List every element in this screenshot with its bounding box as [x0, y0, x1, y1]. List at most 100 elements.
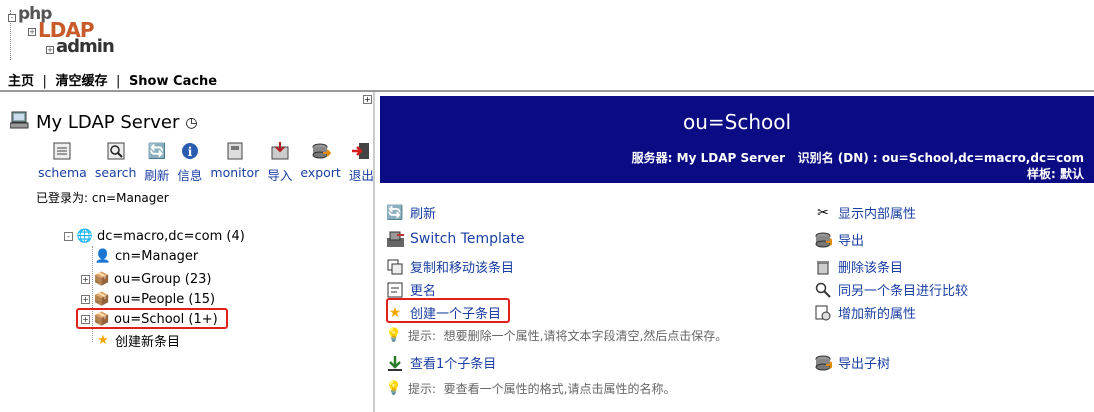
expand-icon[interactable]: + — [81, 274, 90, 284]
tree-node-people[interactable]: + 📦 ou=People (15) — [81, 291, 215, 307]
menu-home[interactable]: 主页 — [8, 74, 34, 89]
copy-icon — [386, 258, 404, 276]
switch-template-icon — [386, 230, 404, 248]
menu-purge-cache[interactable]: 清空缓存 — [55, 74, 107, 89]
tree-node-label[interactable]: ou=People (15) — [114, 292, 215, 307]
action-label[interactable]: 显示内部属性 — [838, 203, 916, 222]
tool-logout[interactable]: 退出 — [349, 140, 374, 184]
top-divider — [0, 90, 1094, 92]
phpldapadmin-logo: - php + LDAP + admin — [8, 4, 128, 62]
tools-icon: ✂ — [817, 204, 829, 221]
compare-icon — [814, 281, 832, 299]
logo-box-icon: + — [46, 46, 54, 54]
server-icon — [9, 110, 32, 135]
logout-icon — [350, 140, 372, 162]
tool-label[interactable]: monitor — [210, 165, 259, 180]
action-label[interactable]: 查看1个子条目 — [410, 353, 496, 372]
ou-icon: 📦 — [93, 291, 111, 307]
lightbulb-icon: 💡 — [385, 381, 403, 396]
import-icon — [269, 140, 291, 162]
tool-label[interactable]: 退出 — [349, 165, 374, 184]
server-toolbar: schema search 🔄 刷新 i 信息 monitor 导入 expor… — [38, 140, 382, 184]
entry-dn-line: 服务器: My LDAP Server 识别名 (DN) : ou=School… — [631, 151, 1084, 165]
expand-panel-icon[interactable]: + — [363, 95, 372, 104]
action-label[interactable]: 复制和移动该条目 — [410, 257, 514, 276]
tool-label[interactable]: schema — [38, 165, 87, 180]
server-name[interactable]: My LDAP Server — [36, 112, 179, 133]
tree-node-manager[interactable]: 👤 cn=Manager — [95, 248, 198, 264]
entry-rdn: ou=School — [682, 110, 792, 134]
tool-label[interactable]: 信息 — [177, 165, 202, 184]
action-export-subtree[interactable]: 导出子树 — [814, 353, 890, 372]
tree-node-label[interactable]: ou=Group (23) — [114, 272, 211, 287]
search-icon — [105, 140, 127, 162]
menu-separator: | — [42, 74, 47, 89]
menu-separator: | — [116, 74, 121, 89]
export-icon — [814, 354, 832, 372]
hint-text: 提示: 想要删除一个属性,请将文本字段清空,然后点击保存。 — [408, 329, 728, 343]
tree-node-label[interactable]: 创建新条目 — [115, 331, 180, 350]
lightbulb-icon: 💡 — [385, 328, 403, 343]
tree-root[interactable]: - 🌐 dc=macro,dc=com (4) — [64, 228, 245, 244]
hint-text: 提示: 要查看一个属性的格式,请点击属性的名称。 — [408, 382, 676, 396]
add-attribute-icon — [814, 304, 832, 322]
tree-create-new[interactable]: ★ 创建新条目 — [95, 331, 180, 350]
export-icon — [814, 231, 832, 249]
menu-show-cache[interactable]: Show Cache — [129, 74, 217, 89]
tool-monitor[interactable]: monitor — [210, 140, 259, 184]
tool-label[interactable]: 刷新 — [144, 165, 169, 184]
logo-admin: admin — [56, 36, 115, 57]
action-label[interactable]: Switch Template — [410, 231, 525, 247]
svg-text:i: i — [188, 145, 193, 159]
action-export[interactable]: 导出 — [814, 230, 864, 249]
action-label[interactable]: 更名 — [410, 280, 436, 299]
tree-node-label[interactable]: dc=macro,dc=com (4) — [97, 229, 245, 244]
action-label[interactable]: 导出子树 — [838, 353, 890, 372]
action-label[interactable]: 增加新的属性 — [838, 303, 916, 322]
action-delete-entry[interactable]: 删除该条目 — [814, 257, 903, 276]
refresh-icon: 🔄 — [386, 204, 404, 221]
action-compare[interactable]: 同另一个条目进行比较 — [814, 280, 968, 299]
action-rename[interactable]: 更名 — [386, 280, 436, 299]
collapse-icon[interactable]: - — [64, 231, 73, 241]
action-label[interactable]: 同另一个条目进行比较 — [838, 280, 968, 299]
clock-icon: ◷ — [185, 114, 198, 131]
action-label[interactable]: 导出 — [838, 230, 864, 249]
tool-search[interactable]: search — [95, 140, 137, 184]
arrow-down-icon — [386, 354, 404, 372]
action-copy-move[interactable]: 复制和移动该条目 — [386, 257, 514, 276]
domain-icon: 🌐 — [76, 228, 94, 244]
expand-icon[interactable]: + — [81, 294, 90, 304]
monitor-icon — [224, 140, 246, 162]
tree-node-label[interactable]: cn=Manager — [115, 249, 198, 264]
action-label[interactable]: 刷新 — [410, 203, 436, 222]
action-view-children[interactable]: 查看1个子条目 — [386, 353, 496, 372]
highlight-box — [386, 298, 510, 323]
action-show-internal[interactable]: ✂ 显示内部属性 — [814, 203, 916, 223]
rename-icon — [386, 281, 404, 299]
action-add-attribute[interactable]: 增加新的属性 — [814, 303, 916, 322]
logo-box-icon: + — [28, 28, 36, 36]
action-label[interactable]: 删除该条目 — [838, 257, 903, 276]
entry-header: ou=School 服务器: My LDAP Server 识别名 (DN) :… — [380, 96, 1094, 183]
action-refresh[interactable]: 🔄 刷新 — [386, 203, 436, 223]
tool-info[interactable]: i 信息 — [177, 140, 202, 184]
schema-icon — [51, 140, 73, 162]
tool-export[interactable]: export — [300, 140, 341, 184]
hint-delete-attribute: 💡 提示: 想要删除一个属性,请将文本字段清空,然后点击保存。 — [386, 327, 727, 344]
top-menu: 主页 | 清空缓存 | Show Cache — [8, 70, 217, 89]
tree-node-group[interactable]: + 📦 ou=Group (23) — [81, 271, 211, 287]
refresh-icon: 🔄 — [147, 142, 167, 160]
user-icon: 👤 — [94, 248, 112, 264]
export-icon — [310, 140, 332, 162]
logo-box-icon: - — [8, 14, 16, 22]
tool-schema[interactable]: schema — [38, 140, 87, 184]
tool-import[interactable]: 导入 — [267, 140, 292, 184]
action-switch-template[interactable]: Switch Template — [386, 230, 525, 248]
tool-label[interactable]: export — [300, 165, 341, 180]
trash-icon — [814, 258, 832, 276]
info-icon: i — [179, 140, 201, 162]
tool-label[interactable]: 导入 — [267, 165, 292, 184]
tool-label[interactable]: search — [95, 165, 137, 180]
tool-refresh[interactable]: 🔄 刷新 — [144, 140, 169, 184]
